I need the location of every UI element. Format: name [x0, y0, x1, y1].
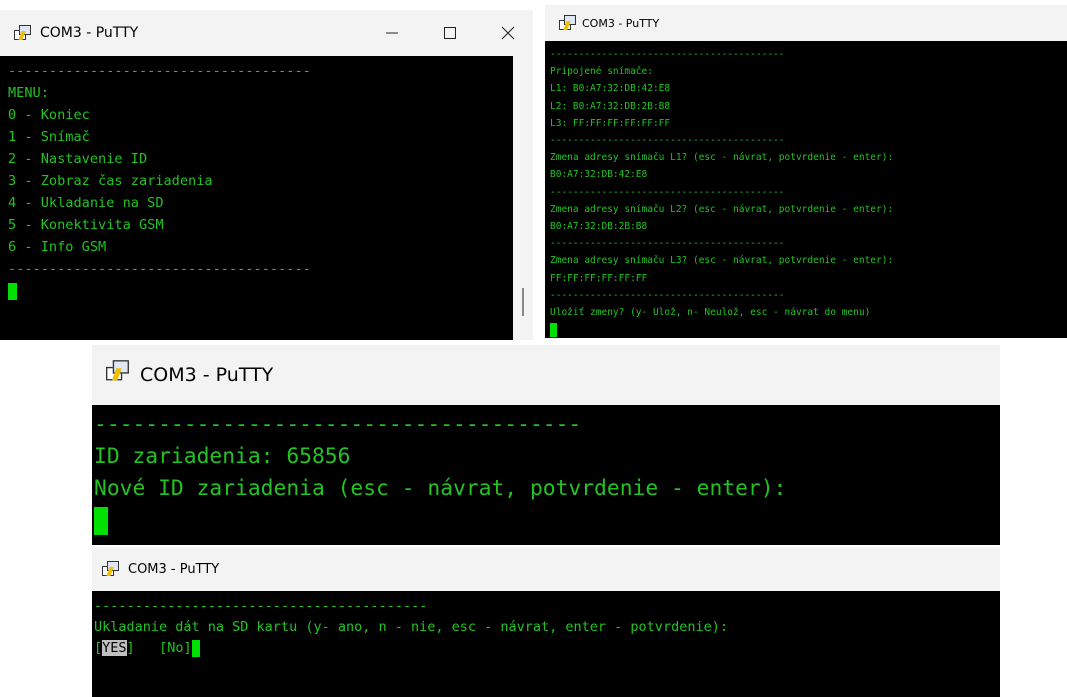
scrollbar-thumb[interactable]: [522, 288, 524, 316]
terminal-area[interactable]: ----------------------------------------…: [92, 591, 1000, 697]
terminal-line: Zmena adresy snímaču L3? (esc - návrat, …: [550, 255, 894, 267]
sd-save-prompt: Ukladanie dát na SD kartu (y- ano, n - n…: [94, 619, 728, 635]
device-id-readout: ID zariadenia: 65856: [94, 444, 351, 469]
maximize-icon: [444, 27, 456, 39]
terminal-line: ----------------------------------------…: [550, 289, 785, 301]
putty-icon: [559, 15, 576, 31]
menu-item-0: 0 - Koniec: [8, 107, 90, 123]
terminal-cursor: [191, 640, 200, 657]
yes-option[interactable]: YES: [102, 640, 127, 656]
minimize-button[interactable]: [372, 10, 412, 56]
menu-item-5: 5 - Konektivita GSM: [8, 217, 164, 233]
close-button[interactable]: [488, 10, 528, 56]
window-title: COM3 - PuTTY: [582, 16, 660, 30]
window-title: COM3 - PuTTY: [128, 561, 220, 577]
sensor-address-l1: L1: B0:A7:32:DB:42:E8: [550, 83, 671, 95]
yes-bracket-open: [: [94, 640, 103, 656]
menu-item-4: 4 - Ukladanie na SD: [8, 195, 164, 211]
no-option[interactable]: [No]: [159, 640, 192, 656]
terminal-cursor: [94, 507, 108, 535]
terminal-line: ----------------------------------------…: [550, 135, 785, 147]
terminal-line: ----------------------------------------…: [94, 598, 428, 614]
close-icon: [501, 26, 515, 40]
terminal-line: -------------------------------------: [8, 63, 311, 79]
sensor-address-l3: L3: FF:FF:FF:FF:FF:FF: [550, 117, 671, 129]
putty-window-menu: COM3 - PuTTY ---------------------------…: [0, 10, 533, 340]
window-titlebar[interactable]: COM3 - PuTTY: [0, 10, 533, 56]
terminal-line: --------------------------------------: [94, 412, 582, 437]
sd-choice-row: [YES] [No]: [94, 638, 1000, 659]
window-titlebar[interactable]: COM3 - PuTTY: [92, 547, 1000, 591]
new-id-prompt: Nové ID zariadenia (esc - návrat, potvrd…: [94, 476, 787, 501]
window-titlebar[interactable]: COM3 - PuTTY: [545, 5, 1067, 41]
menu-item-2: 2 - Nastavenie ID: [8, 151, 148, 167]
terminal-scrollbar[interactable]: [513, 56, 533, 340]
terminal-cursor: [8, 283, 17, 300]
terminal-line: Uložiť zmeny? (y- Ulož, n- Neulož, esc -…: [550, 307, 871, 319]
terminal-line: ----------------------------------------…: [550, 49, 785, 60]
terminal-line: B0:A7:32:DB:42:E8: [550, 169, 648, 181]
putty-icon: [106, 360, 136, 390]
window-title: COM3 - PuTTY: [40, 25, 139, 41]
putty-icon: [14, 25, 31, 41]
terminal-line: -------------------------------------: [8, 261, 311, 277]
putty-window-device-id: COM3 - PuTTY ---------------------------…: [92, 345, 1000, 545]
terminal-area[interactable]: ------------------------------------- ME…: [0, 56, 513, 340]
putty-icon: [102, 561, 119, 577]
terminal-line: Pripojené snímače:: [550, 66, 653, 78]
terminal-line: FF:FF:FF:FF:FF:FF: [550, 272, 648, 284]
menu-item-3: 3 - Zobraz čas zariadenia: [8, 173, 213, 189]
putty-window-sd-card: COM3 - PuTTY ---------------------------…: [92, 547, 1000, 697]
yes-bracket-close: ]: [126, 640, 135, 656]
maximize-button[interactable]: [430, 10, 470, 56]
terminal-line: MENU:: [8, 85, 49, 101]
window-titlebar[interactable]: COM3 - PuTTY: [92, 345, 1000, 405]
terminal-line: Zmena adresy snímaču L2? (esc - návrat, …: [550, 203, 894, 215]
terminal-line: ----------------------------------------…: [550, 238, 785, 250]
menu-item-1: 1 - Snímač: [8, 129, 90, 145]
terminal-area[interactable]: ----------------------------------------…: [545, 41, 1067, 338]
menu-item-6: 6 - Info GSM: [8, 239, 107, 255]
terminal-line: Zmena adresy snímaču L1? (esc - návrat, …: [550, 152, 894, 164]
minimize-icon: [386, 32, 398, 34]
window-title: COM3 - PuTTY: [140, 364, 274, 386]
putty-window-sensors: COM3 - PuTTY ---------------------------…: [545, 5, 1067, 338]
terminal-cursor: [550, 323, 557, 338]
terminal-area[interactable]: -------------------------------------- I…: [92, 405, 1000, 545]
sensor-address-l2: L2: B0:A7:32:DB:2B:B8: [550, 100, 671, 112]
terminal-line: ----------------------------------------…: [550, 186, 785, 198]
terminal-line: B0:A7:32:DB:2B:B8: [550, 221, 648, 233]
